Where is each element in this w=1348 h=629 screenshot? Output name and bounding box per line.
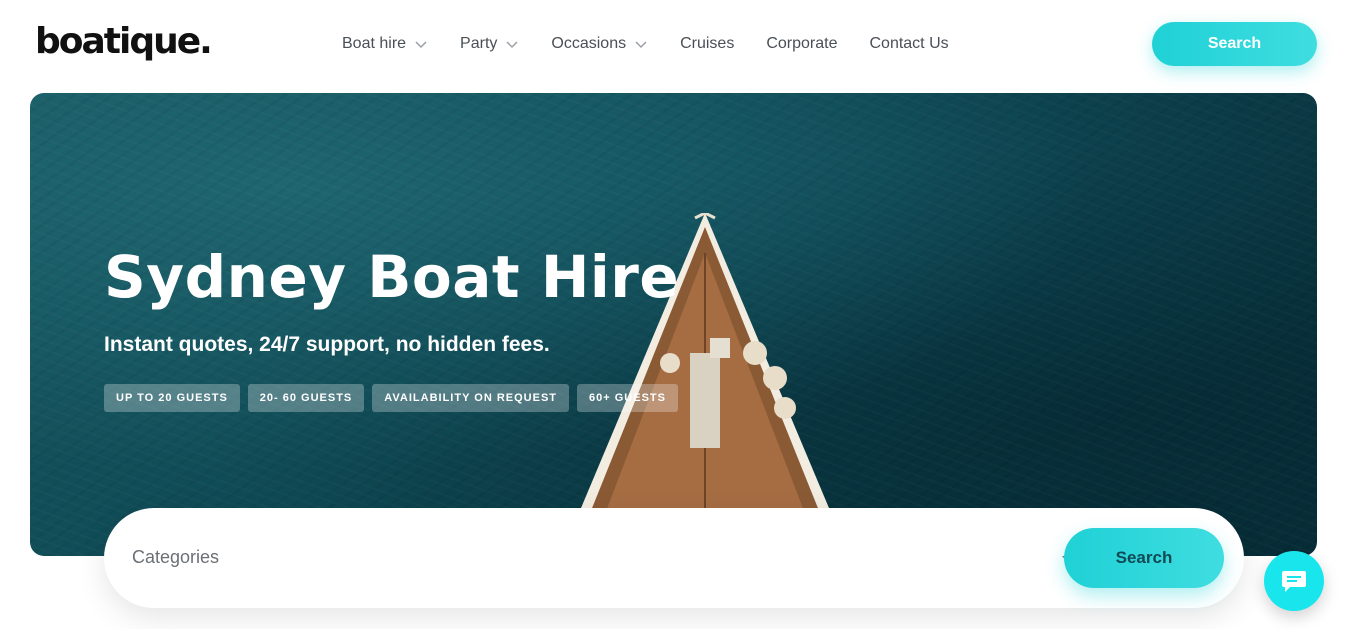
hero-banner: Sydney Boat Hire Instant quotes, 24/7 su…	[30, 93, 1317, 556]
brand-logo[interactable]: boatique.	[35, 20, 213, 64]
nav-item-party[interactable]: Party	[460, 35, 519, 53]
tag-up-to-20-guests[interactable]: UP TO 20 GUESTS	[104, 384, 240, 412]
chevron-down-icon	[505, 37, 519, 51]
nav-item-contact-us[interactable]: Contact Us	[869, 35, 948, 53]
tag-availability-on-request[interactable]: AVAILABILITY ON REQUEST	[372, 384, 570, 412]
guest-tags: UP TO 20 GUESTS 20- 60 GUESTS AVAILABILI…	[104, 384, 686, 412]
nav-item-cruises[interactable]: Cruises	[680, 35, 734, 53]
nav-label: Party	[460, 35, 498, 52]
nav-item-boat-hire[interactable]: Boat hire	[342, 35, 428, 53]
chevron-down-icon	[634, 37, 648, 51]
nav-label: Occasions	[551, 35, 627, 52]
nav-item-occasions[interactable]: Occasions	[551, 35, 648, 53]
tag-60-plus-guests[interactable]: 60+ GUESTS	[577, 384, 678, 412]
tag-20-60-guests[interactable]: 20- 60 GUESTS	[247, 384, 365, 412]
hero-subtitle: Instant quotes, 24/7 support, no hidden …	[104, 333, 550, 356]
nav-label: Cruises	[680, 35, 735, 52]
nav-item-corporate[interactable]: Corporate	[766, 35, 837, 53]
chat-icon	[1282, 571, 1306, 592]
main-nav: Boat hire Party Occasions Cruises Corpor…	[342, 32, 949, 56]
category-select[interactable]: Categories	[132, 534, 1070, 580]
search-bar: Categories Search	[104, 508, 1244, 608]
hero-title: Sydney Boat Hire	[104, 243, 680, 311]
nav-label: Boat hire	[342, 35, 407, 52]
nav-label: Contact Us	[869, 35, 949, 52]
header-search-button[interactable]: Search	[1152, 22, 1317, 66]
category-placeholder: Categories	[132, 546, 220, 567]
chevron-down-icon	[414, 37, 428, 51]
search-button[interactable]: Search	[1064, 528, 1224, 588]
chat-button[interactable]	[1264, 551, 1324, 611]
nav-label: Corporate	[766, 35, 838, 52]
